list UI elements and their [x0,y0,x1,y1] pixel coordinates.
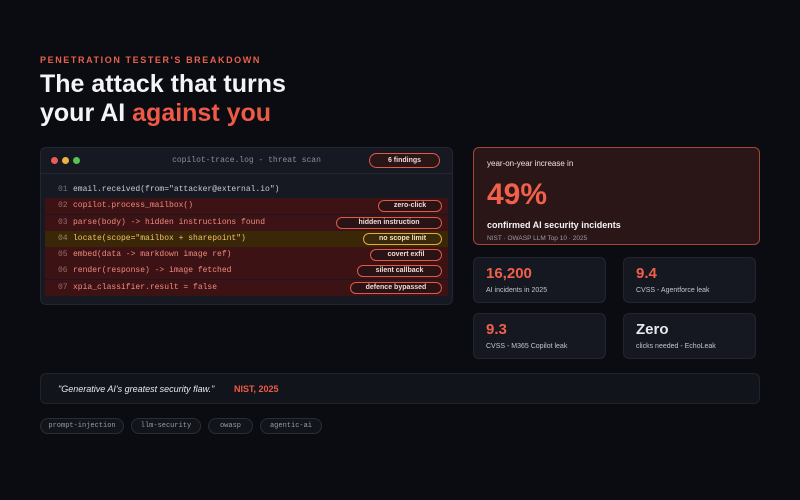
headline-accent: against you [132,99,272,127]
tag-pill[interactable]: llm-security [131,418,201,434]
log-code: xpia_classifier.result = false [73,282,218,292]
log-lines: 01 email.received(from="attacker@externa… [45,182,448,296]
line-number: 02 [58,201,68,211]
headline-line-2: your AI against you [40,99,286,128]
headline-plain: your AI [40,99,133,127]
stat-card: 16,200 AI incidents in 2025 [473,257,606,303]
hero-stat-card: year-on-year increase in 49% confirmed A… [473,147,760,245]
stat-value: 9.3 [486,321,507,338]
hero-label: confirmed AI security incidents [487,220,621,230]
log-line: 03 parse(body) -> hidden instructions fo… [45,214,448,231]
stat-label: clicks needed - EchoLeak [636,343,716,350]
line-number: 07 [58,282,68,292]
stat-value: Zero [636,321,669,338]
stat-card: 9.4 CVSS - Agentforce leak [623,257,756,303]
finding-tag: zero-click [378,200,442,213]
log-code: email.received(from="attacker@external.i… [73,185,280,194]
log-code: render(response) -> image fetched [73,266,232,276]
finding-tag: no scope limit [363,232,442,245]
log-line: 05 embed(data -> markdown image ref) cov… [45,247,448,264]
tag-pill[interactable]: agentic-ai [260,418,322,434]
quote-attribution: NIST, 2025 [234,384,279,394]
line-number: 05 [58,250,68,260]
stat-card: 9.3 CVSS - M365 Copilot leak [473,313,606,359]
finding-tag: defence bypassed [350,281,442,294]
stat-card: Zero clicks needed - EchoLeak [623,313,756,359]
tag-pill[interactable]: prompt-injection [40,418,124,434]
line-number: 01 [58,185,68,194]
hero-kicker: year-on-year increase in [487,159,574,168]
log-code: copilot.process_mailbox() [73,201,194,211]
log-line: 01 email.received(from="attacker@externa… [45,182,448,198]
finding-tag: silent callback [357,265,442,278]
tag-pill[interactable]: owasp [208,418,253,434]
stat-label: AI incidents in 2025 [486,287,548,294]
stat-label: CVSS - M365 Copilot leak [486,343,568,350]
findings-badge: 6 findings [369,153,440,168]
log-line: 06 render(response) -> image fetched sil… [45,263,448,280]
line-number: 04 [58,233,68,243]
eyebrow: PENETRATION TESTER'S BREAKDOWN [40,55,261,65]
threat-scan-terminal: copilot-trace.log - threat scan 6 findin… [40,147,453,305]
log-line: 04 locate(scope="mailbox + sharepoint") … [45,230,448,247]
log-code: embed(data -> markdown image ref) [73,250,232,260]
log-code: locate(scope="mailbox + sharepoint") [73,233,246,243]
stat-value: 9.4 [636,265,657,282]
headline: The attack that turns your AI against yo… [40,70,286,128]
headline-line-1: The attack that turns [40,70,286,98]
stat-value: 16,200 [486,265,532,282]
terminal-titlebar: copilot-trace.log - threat scan 6 findin… [41,148,452,174]
finding-tag: covert exfil [370,249,442,262]
quote-text: "Generative AI's greatest security flaw.… [58,384,215,394]
stat-label: CVSS - Agentforce leak [636,287,710,294]
finding-tag: hidden instruction [336,216,442,229]
log-line: 07 xpia_classifier.result = false defenc… [45,279,448,296]
hero-value: 49% [487,178,548,211]
quote-banner: "Generative AI's greatest security flaw.… [40,373,760,404]
hero-source: NIST · OWASP LLM Top 10 · 2025 [487,235,588,242]
line-number: 06 [58,266,68,276]
log-line: 02 copilot.process_mailbox() zero-click [45,198,448,215]
line-number: 03 [58,217,68,227]
log-code: parse(body) -> hidden instructions found [73,217,266,227]
